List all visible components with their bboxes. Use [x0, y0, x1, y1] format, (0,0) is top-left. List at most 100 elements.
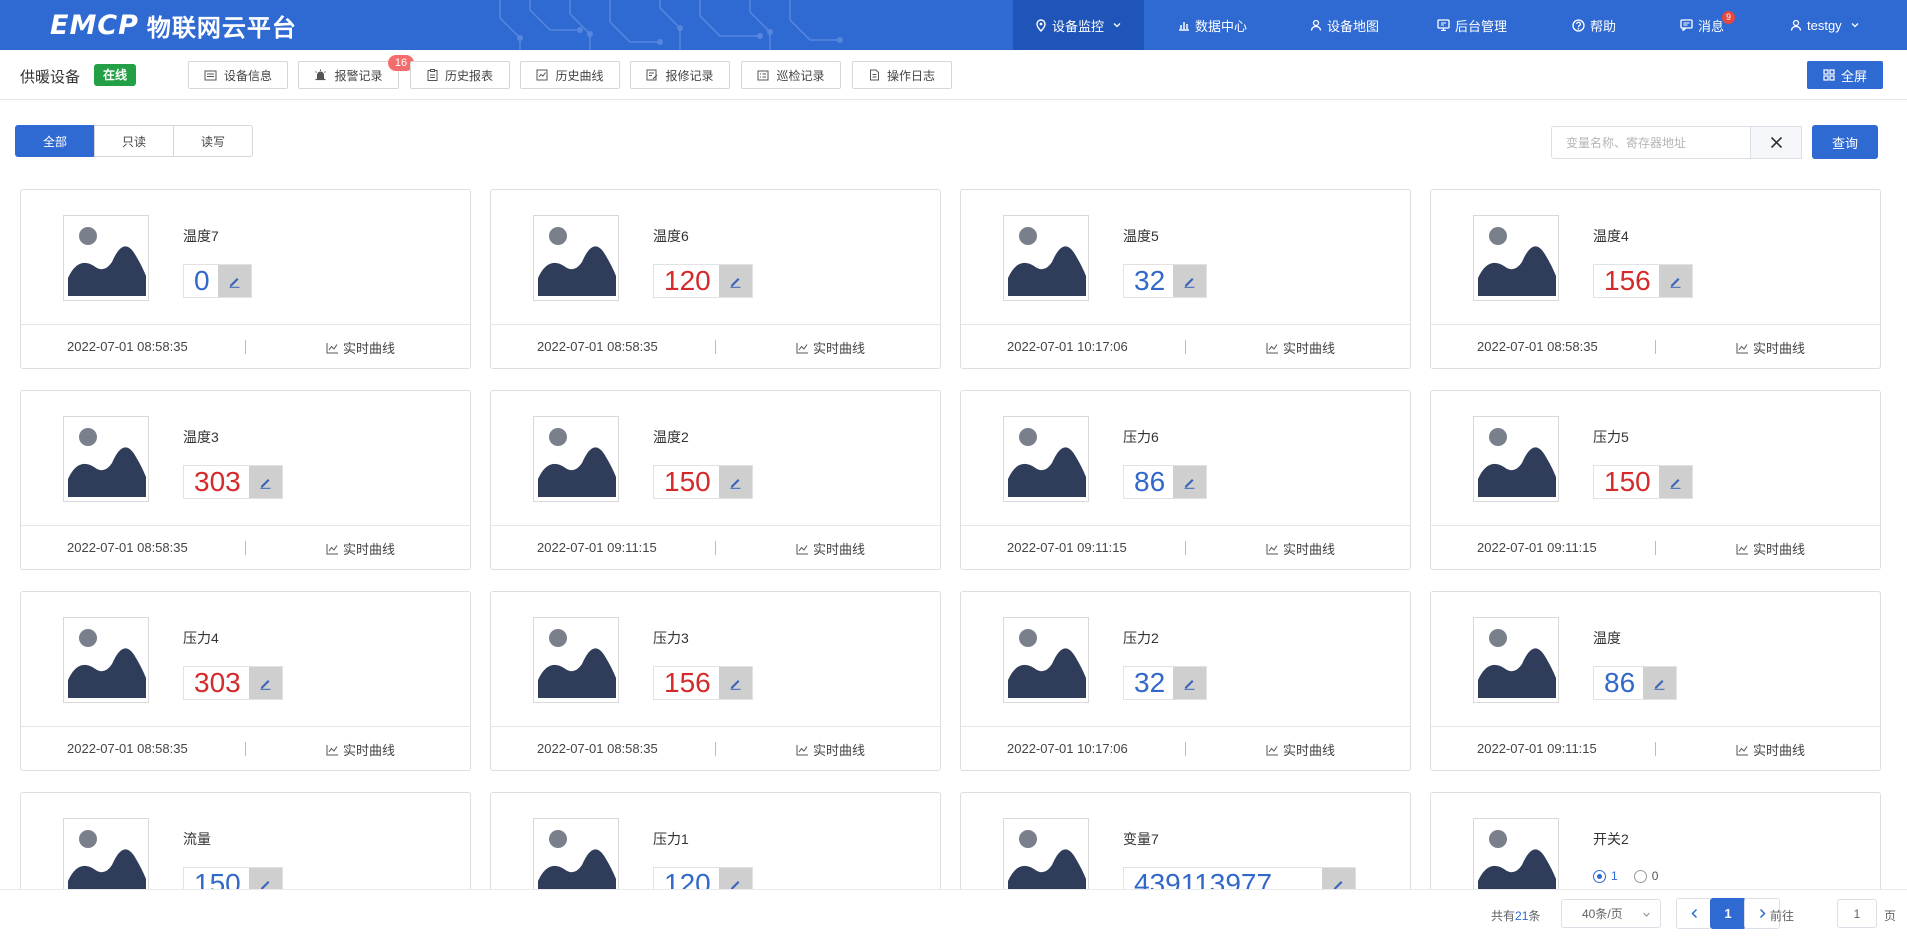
- update-time: 2022-07-01 09:11:15: [537, 540, 657, 555]
- nav-device-map[interactable]: 设备地图: [1281, 0, 1416, 50]
- variable-image: [533, 818, 619, 889]
- history-report-button[interactable]: 历史报表: [410, 61, 510, 89]
- main-nav: 设备监控 数据中心 设备地图 后台管理 帮助 消息 9 testgy: [1013, 0, 1907, 50]
- variable-card: 温度5 32 2022-07-01 10:17:06 实时曲线: [960, 189, 1411, 369]
- goto-page-input[interactable]: [1837, 899, 1877, 928]
- nav-label: 帮助: [1590, 18, 1617, 34]
- nav-label: 设备监控: [1052, 18, 1105, 34]
- edit-value-button[interactable]: [248, 466, 282, 498]
- history-curve-button[interactable]: 历史曲线: [520, 61, 620, 89]
- variable-card: 温度6 120 2022-07-01 08:58:35 实时曲线: [490, 189, 941, 369]
- nav-user-menu[interactable]: testgy: [1766, 0, 1907, 50]
- value-display: 156: [653, 666, 753, 700]
- realtime-curve-link[interactable]: 实时曲线: [326, 539, 395, 558]
- clear-search-button[interactable]: [1750, 126, 1802, 159]
- line-chart-icon: [796, 744, 808, 755]
- edit-value-button[interactable]: [1643, 667, 1677, 699]
- fullscreen-button[interactable]: 全屏: [1807, 61, 1883, 89]
- divider: [1655, 541, 1656, 555]
- variable-value: 303: [194, 466, 241, 497]
- realtime-curve-link[interactable]: 实时曲线: [796, 740, 865, 759]
- nav-device-monitor[interactable]: 设备监控: [1013, 0, 1144, 50]
- page-number-button[interactable]: 1: [1710, 898, 1746, 929]
- update-time: 2022-07-01 08:58:35: [67, 741, 188, 756]
- edit-value-button[interactable]: [1658, 265, 1692, 297]
- fullscreen-label: 全屏: [1840, 68, 1867, 84]
- realtime-curve-link[interactable]: 实时曲线: [1736, 338, 1805, 357]
- repair-records-button[interactable]: 报修记录: [630, 61, 730, 89]
- variable-card: 压力6 86 2022-07-01 09:11:15 实时曲线: [960, 390, 1411, 570]
- edit-value-button[interactable]: [1322, 868, 1356, 889]
- edit-value-button[interactable]: [1173, 466, 1207, 498]
- inspection-records-button[interactable]: 巡检记录: [741, 61, 841, 89]
- app-logo[interactable]: EMCP 物联网云平台: [50, 8, 297, 42]
- divider: [1655, 742, 1656, 756]
- card-footer: 2022-07-01 09:11:15 实时曲线: [491, 525, 940, 569]
- report-icon: [427, 69, 438, 81]
- pencil-icon: [730, 679, 741, 690]
- nav-admin[interactable]: 后台管理: [1416, 0, 1551, 50]
- line-chart-icon: [1736, 543, 1748, 554]
- tab-read-only[interactable]: 只读: [94, 125, 174, 157]
- nav-messages[interactable]: 消息 9: [1660, 0, 1766, 50]
- repair-icon: [646, 69, 658, 81]
- edit-value-button[interactable]: [1173, 265, 1207, 297]
- divider: [715, 742, 716, 756]
- realtime-curve-link[interactable]: 实时曲线: [326, 740, 395, 759]
- message-icon: [1680, 19, 1693, 31]
- tab-read-write[interactable]: 读写: [173, 125, 253, 157]
- edit-value-button[interactable]: [217, 265, 251, 297]
- history-curve-icon: [536, 69, 548, 81]
- variable-name: 温度6: [653, 228, 689, 244]
- prev-page-button[interactable]: [1676, 898, 1712, 929]
- realtime-curve-link[interactable]: 实时曲线: [1736, 740, 1805, 759]
- realtime-curve-link[interactable]: 实时曲线: [1266, 539, 1335, 558]
- variable-image: [1473, 215, 1559, 301]
- edit-value-button[interactable]: [248, 667, 282, 699]
- edit-value-button[interactable]: [718, 265, 752, 297]
- search-input[interactable]: [1551, 126, 1751, 159]
- variable-image: [1473, 416, 1559, 502]
- logo-text: 物联网云平台: [146, 14, 297, 42]
- realtime-curve-link[interactable]: 实时曲线: [796, 539, 865, 558]
- variable-image: [63, 416, 149, 502]
- logo-mark: EMCP: [50, 9, 139, 41]
- nav-label: 消息: [1698, 18, 1725, 34]
- nav-help[interactable]: 帮助: [1551, 0, 1660, 50]
- chevron-left-icon: [1690, 908, 1697, 919]
- device-info-button[interactable]: 设备信息: [188, 61, 288, 89]
- realtime-curve-link[interactable]: 实时曲线: [326, 338, 395, 357]
- edit-value-button[interactable]: [718, 466, 752, 498]
- edit-value-button[interactable]: [1173, 667, 1207, 699]
- query-button[interactable]: 查询: [1812, 125, 1878, 159]
- update-time: 2022-07-01 08:58:35: [67, 339, 188, 354]
- nav-data-center[interactable]: 数据中心: [1144, 0, 1281, 50]
- tab-all[interactable]: 全部: [15, 125, 95, 157]
- edit-value-button[interactable]: [1658, 466, 1692, 498]
- value-display: 150: [183, 867, 283, 889]
- realtime-curve-link[interactable]: 实时曲线: [1736, 539, 1805, 558]
- alarm-records-button[interactable]: 报警记录 16: [298, 55, 414, 89]
- variable-image: [63, 617, 149, 703]
- value-display: 120: [653, 867, 753, 889]
- total-suffix: 条: [1528, 909, 1541, 923]
- realtime-curve-link[interactable]: 实时曲线: [796, 338, 865, 357]
- edit-value-button[interactable]: [248, 868, 282, 889]
- variable-value: 120: [664, 868, 711, 889]
- card-footer: 2022-07-01 08:58:35 实时曲线: [21, 324, 470, 368]
- realtime-curve-link[interactable]: 实时曲线: [1266, 740, 1335, 759]
- status-badge: 在线: [94, 64, 137, 86]
- operation-log-button[interactable]: 操作日志: [852, 61, 952, 89]
- page-size-select[interactable]: 40条/页: [1561, 899, 1661, 928]
- value-display: 150: [1593, 465, 1693, 499]
- pencil-icon: [730, 478, 741, 489]
- edit-value-button[interactable]: [718, 667, 752, 699]
- divider: [1185, 541, 1186, 555]
- switch-option-radio[interactable]: 1: [1593, 869, 1618, 883]
- radio-indicator: [1593, 869, 1606, 883]
- switch-option-radio[interactable]: 0: [1633, 869, 1658, 883]
- realtime-curve-link[interactable]: 实时曲线: [1266, 338, 1335, 357]
- variable-value: 303: [194, 667, 241, 698]
- edit-value-button[interactable]: [718, 868, 752, 889]
- line-chart-icon: [326, 342, 338, 353]
